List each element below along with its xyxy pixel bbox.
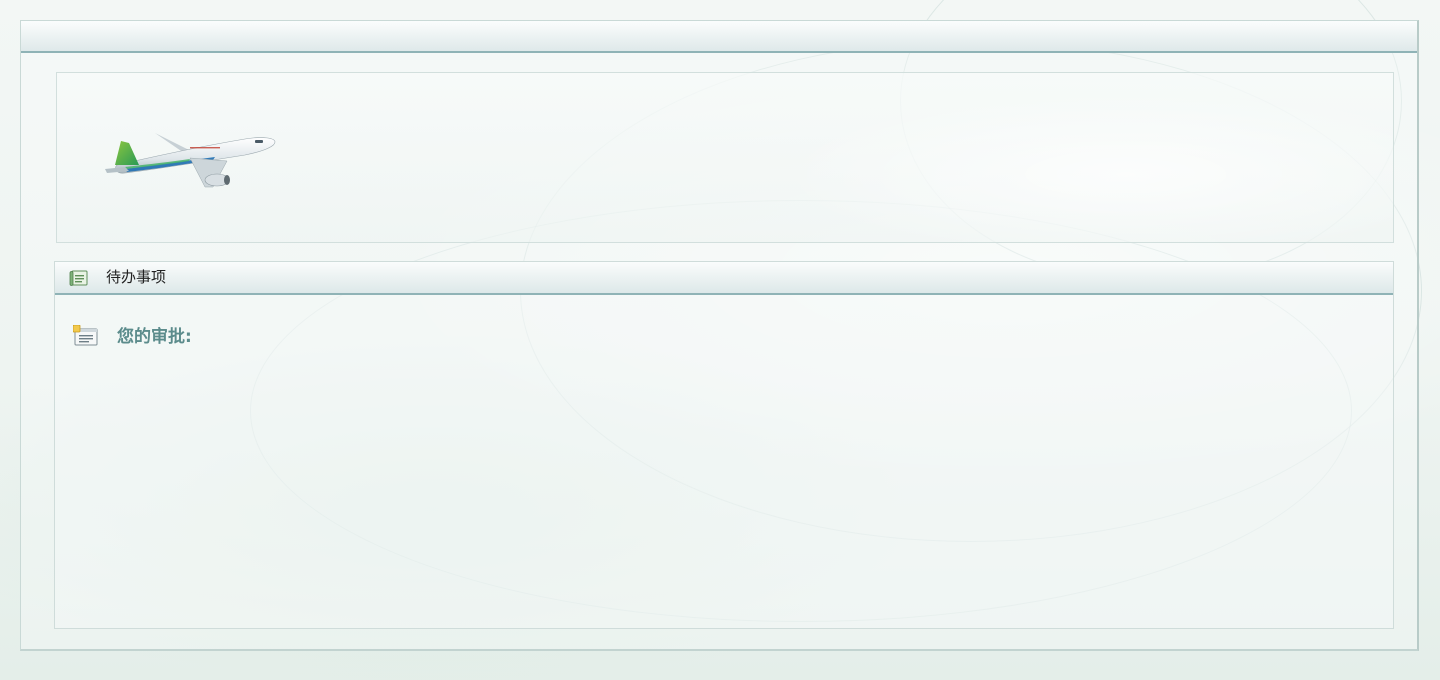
todo-header: 待办事项 [55,262,1393,295]
banner [56,72,1394,243]
todo-panel: 待办事项 您的审批: [54,261,1394,629]
task-list-icon [69,270,88,286]
todo-title: 待办事项 [106,268,167,286]
airplane-illustration [105,133,276,188]
top-toolbar [21,21,1417,53]
main-frame: 待办事项 您的审批: [20,20,1419,651]
approval-label[interactable]: 您的审批: [117,327,192,347]
document-list-icon [73,325,98,346]
